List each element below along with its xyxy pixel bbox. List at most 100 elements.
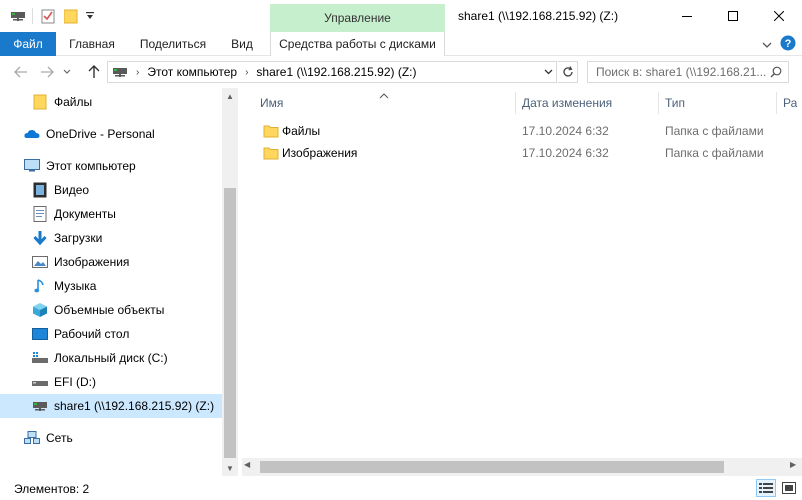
help-icon[interactable]: ? (780, 35, 796, 54)
sidebar-item-efi-d[interactable]: EFI (D:) (32, 371, 96, 393)
refresh-button[interactable] (558, 61, 578, 83)
horizontal-scroll-thumb[interactable] (260, 461, 724, 473)
breadcrumb-chevron-icon[interactable]: › (136, 67, 139, 78)
window-title: share1 (\\192.168.215.92) (Z:) (458, 9, 619, 23)
scroll-left-arrow-icon[interactable]: ◀ (244, 460, 250, 469)
sidebar-scroll-thumb[interactable] (224, 188, 236, 458)
tab-file[interactable]: Файл (0, 32, 56, 56)
search-input[interactable]: Поиск в: share1 (\\192.168.21... (587, 61, 789, 83)
recent-locations-button[interactable] (60, 62, 74, 82)
sidebar-item-video[interactable]: Видео (32, 179, 89, 201)
sidebar-item-this-pc[interactable]: Этот компьютер (24, 155, 136, 177)
file-modified: 17.10.2024 6:32 (522, 124, 609, 138)
navigation-bar: › Этот компьютер › share1 (\\192.168.215… (0, 57, 802, 87)
minimize-button[interactable] (664, 0, 710, 32)
status-bar: Элементов: 2 (0, 476, 802, 500)
sidebar-item-files[interactable]: Файлы (32, 91, 92, 113)
expand-ribbon-icon[interactable] (762, 38, 772, 52)
navigation-pane: Файлы OneDrive - Personal Этот компьютер… (0, 88, 238, 476)
svg-text:?: ? (785, 38, 792, 50)
sidebar-item-label: Рабочий стол (54, 327, 130, 341)
downloads-folder-icon (32, 230, 48, 246)
tab-home[interactable]: Главная (60, 32, 124, 56)
breadcrumb-share1[interactable]: share1 (\\192.168.215.92) (Z:) (256, 65, 416, 79)
desktop-folder-icon (32, 326, 48, 342)
sidebar-item-label: OneDrive - Personal (46, 127, 155, 141)
breadcrumb-chevron-icon[interactable]: › (245, 67, 248, 78)
up-button[interactable] (83, 62, 105, 82)
sidebar-item-3d-objects[interactable]: Объемные объекты (32, 299, 164, 321)
sidebar-item-music[interactable]: Музыка (32, 275, 96, 297)
sidebar-item-label: Этот компьютер (46, 159, 136, 173)
drive-icon (32, 374, 48, 390)
address-dropdown-button[interactable] (540, 62, 556, 82)
item-count: Элементов: 2 (14, 482, 90, 496)
file-type: Папка с файлами (665, 124, 764, 138)
folder-icon (32, 94, 48, 110)
large-icons-view-button[interactable] (779, 479, 799, 497)
sidebar-item-share1[interactable]: share1 (\\192.168.215.92) (Z:) (32, 395, 214, 417)
ribbon-tabs: Файл Главная Поделиться Вид Средства раб… (0, 32, 802, 56)
3d-objects-icon (32, 302, 48, 318)
tab-view[interactable]: Вид (222, 32, 262, 56)
sidebar-item-label: Локальный диск (C:) (54, 351, 168, 365)
music-folder-icon (32, 278, 48, 294)
sidebar-item-label: Загрузки (54, 231, 103, 245)
sidebar-item-documents[interactable]: Документы (32, 203, 116, 225)
sidebar-item-desktop[interactable]: Рабочий стол (32, 323, 129, 345)
sidebar-item-label: Документы (54, 207, 116, 221)
back-button[interactable] (10, 62, 32, 82)
file-row[interactable]: Файлы 17.10.2024 6:32 Папка с файлами (258, 121, 788, 141)
sidebar-item-local-disk-c[interactable]: Локальный диск (C:) (32, 347, 168, 369)
video-folder-icon (32, 182, 48, 198)
column-header-size[interactable]: Ра (777, 92, 802, 114)
horizontal-scrollbar[interactable]: ◀ ▶ (242, 458, 802, 476)
scroll-down-arrow-icon[interactable]: ▼ (222, 460, 238, 476)
sidebar-item-downloads[interactable]: Загрузки (32, 227, 102, 249)
sidebar-item-label: Файлы (54, 95, 93, 109)
search-icon (770, 66, 782, 81)
documents-folder-icon (32, 206, 48, 222)
scroll-up-arrow-icon[interactable]: ▲ (222, 88, 238, 104)
sidebar-item-network[interactable]: Сеть (24, 427, 73, 449)
forward-button[interactable] (36, 62, 58, 82)
scroll-right-arrow-icon[interactable]: ▶ (790, 460, 796, 469)
sidebar-scrollbar[interactable]: ▲ ▼ (222, 88, 238, 476)
sidebar-item-label: Объемные объекты (54, 303, 165, 317)
sidebar-item-label: Видео (54, 183, 90, 197)
computer-icon (24, 158, 40, 174)
maximize-button[interactable] (710, 0, 756, 32)
sidebar-item-label: Сеть (46, 431, 73, 445)
customize-quick-access-icon[interactable] (85, 7, 95, 25)
properties-icon[interactable] (40, 7, 56, 25)
pictures-folder-icon (32, 254, 48, 270)
sidebar-item-pictures[interactable]: Изображения (32, 251, 129, 273)
drive-app-icon (10, 7, 26, 25)
sidebar-item-onedrive[interactable]: OneDrive - Personal (24, 123, 155, 145)
sidebar-item-label: Музыка (54, 279, 97, 293)
search-placeholder: Поиск в: share1 (\\192.168.21... (596, 65, 767, 79)
tab-share[interactable]: Поделиться (132, 32, 214, 56)
column-header-type[interactable]: Тип (659, 92, 777, 114)
close-button[interactable] (756, 0, 802, 32)
context-tab-header: Управление (270, 4, 445, 32)
file-list-pane: Имя Дата изменения Тип Ра Файлы 17.10.20… (242, 88, 802, 476)
breadcrumb-this-pc[interactable]: Этот компьютер (147, 65, 237, 79)
title-bar: Управление share1 (\\192.168.215.92) (Z:… (0, 0, 802, 32)
column-header-date-modified[interactable]: Дата изменения (516, 92, 659, 114)
file-modified: 17.10.2024 6:32 (522, 146, 609, 160)
sidebar-item-label: EFI (D:) (54, 375, 96, 389)
file-type: Папка с файлами (665, 146, 764, 160)
file-row[interactable]: Изображения 17.10.2024 6:32 Папка с файл… (258, 143, 788, 163)
network-icon (24, 430, 40, 446)
details-view-button[interactable] (756, 479, 776, 497)
folder-icon (263, 145, 279, 164)
address-bar[interactable]: › Этот компьютер › share1 (\\192.168.215… (107, 61, 557, 83)
tab-drive-tools[interactable]: Средства работы с дисками (270, 32, 445, 56)
network-drive-icon (112, 64, 128, 80)
folder-icon (263, 123, 279, 142)
file-name: Изображения (282, 146, 358, 160)
new-folder-icon[interactable] (64, 7, 78, 25)
column-header-name[interactable]: Имя (254, 92, 516, 114)
sidebar-item-label: Изображения (54, 255, 130, 269)
